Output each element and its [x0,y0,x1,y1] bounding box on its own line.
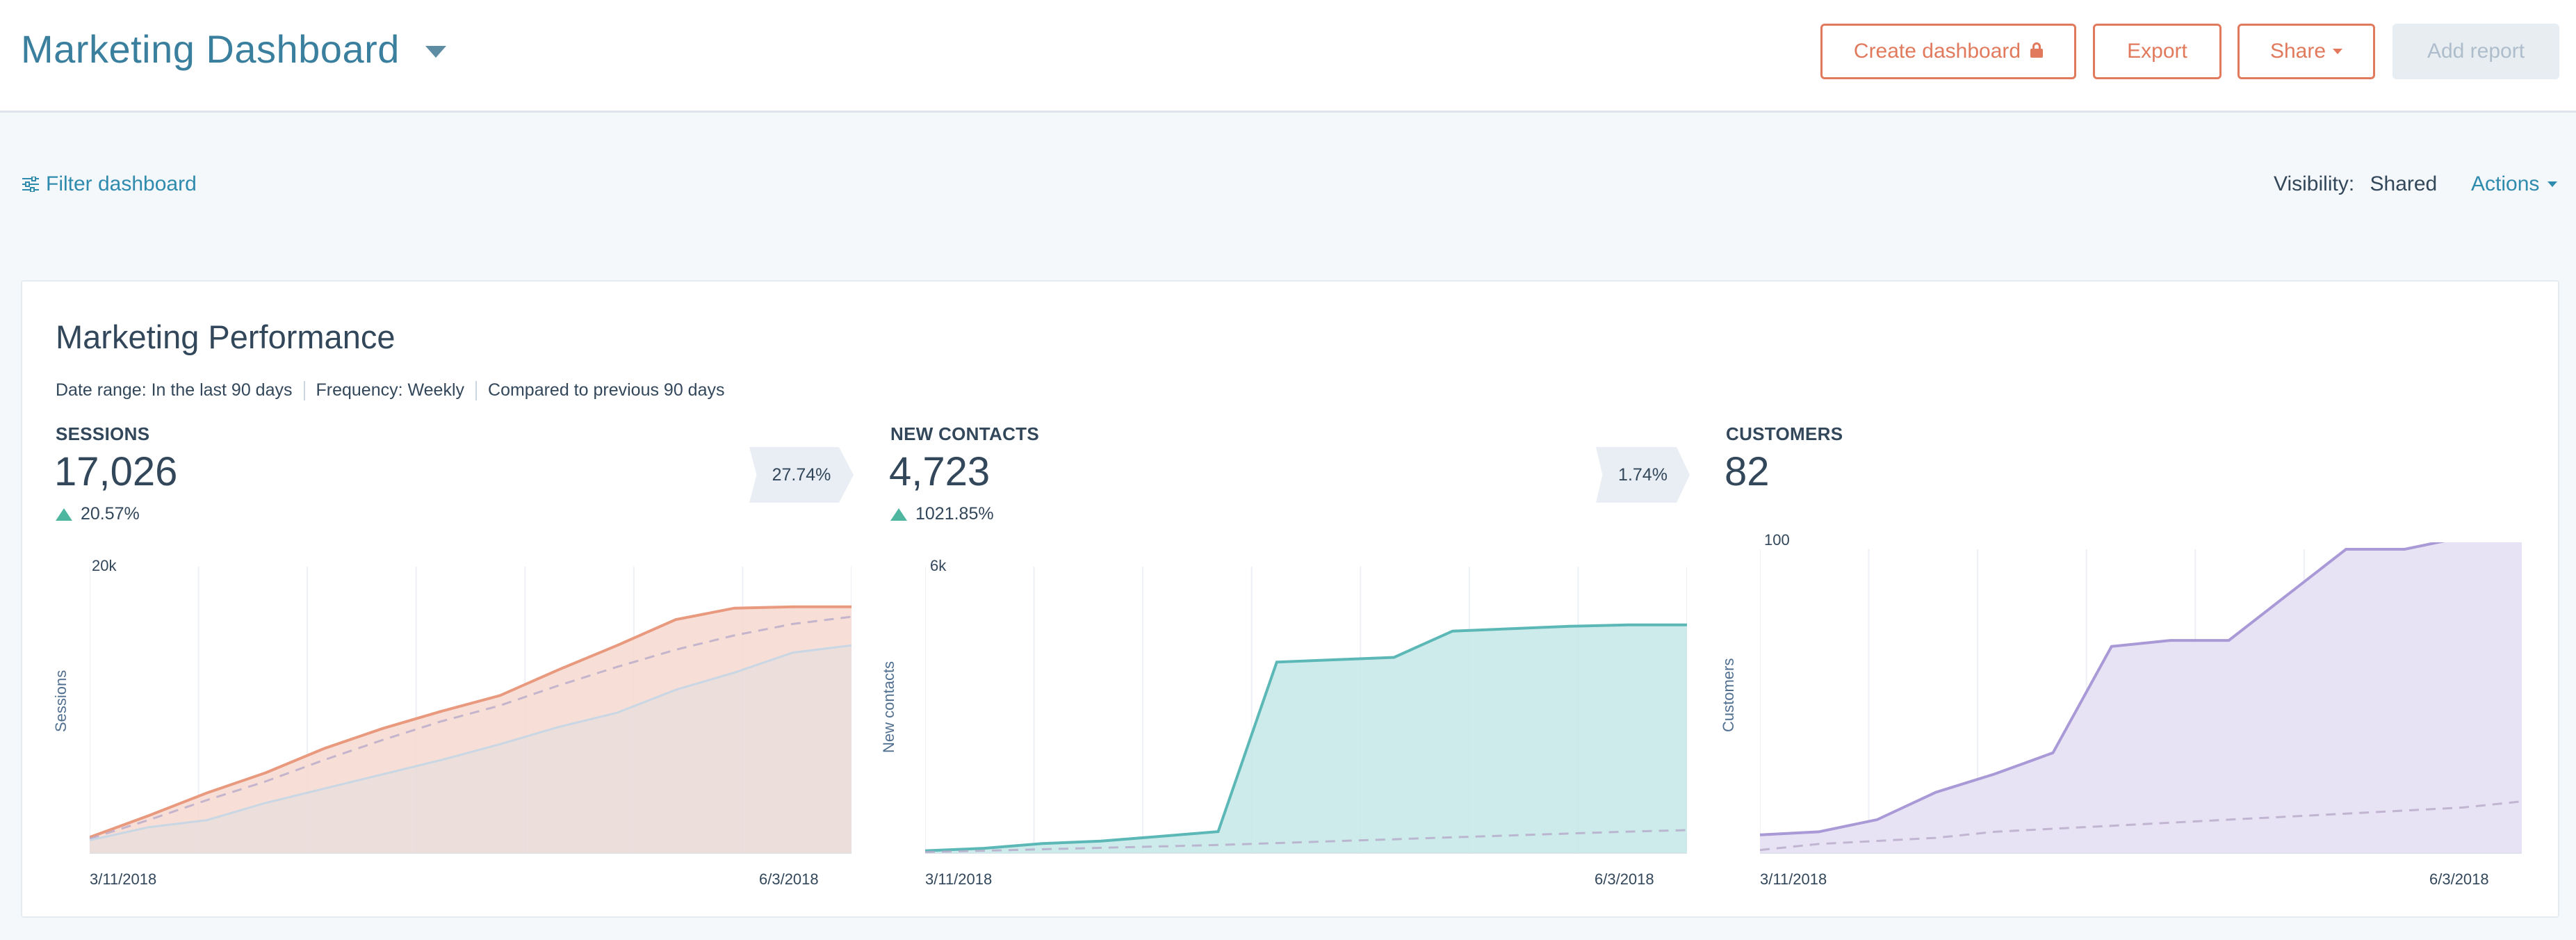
filter-dashboard-label: Filter dashboard [46,172,197,195]
marketing-performance-card: Marketing Performance Date range: In the… [21,280,2559,918]
lock-icon [2030,42,2044,58]
customers-value: 82 [1725,449,1770,494]
card-meta: Date range: In the last 90 days Frequenc… [56,380,724,400]
export-button[interactable]: Export [2093,24,2222,79]
series-area-current [925,624,1687,853]
add-report-button[interactable]: Add report [2392,24,2559,79]
sessions-x-start-label: 3/11/2018 [90,870,157,888]
create-dashboard-label: Create dashboard [1853,40,2021,63]
sessions-x-end-label: 6/3/2018 [759,870,819,888]
sessions-change-value: 20.57% [81,504,140,524]
export-label: Export [2127,40,2187,63]
card-title: Marketing Performance [56,318,396,355]
trend-up-icon [56,508,72,521]
meta-divider [475,380,478,400]
dashboard-dropdown-caret-icon[interactable] [425,46,446,58]
sessions-y-axis-label: Sessions [52,670,70,732]
actions-caret-icon [2548,181,2558,187]
date-range-text: Date range: In the last 90 days [56,380,293,400]
filter-sliders-icon [22,177,39,192]
filter-dashboard-link[interactable]: Filter dashboard [22,172,197,196]
new-contacts-value: 4,723 [889,449,991,494]
frequency-text: Frequency: Weekly [316,380,465,400]
customers-x-end-label: 6/3/2018 [2429,870,2489,888]
actions-dropdown[interactable]: Actions [2471,172,2558,196]
new-contacts-y-axis-label: New contacts [880,661,897,753]
create-dashboard-button[interactable]: Create dashboard [1820,24,2076,79]
customers-label: CUSTOMERS [1726,423,1843,444]
meta-divider [303,380,305,400]
add-report-label: Add report [2427,40,2525,63]
share-button[interactable]: Share [2237,24,2375,79]
visibility-indicator: Visibility: Shared [2274,172,2437,196]
new-contacts-label: NEW CONTACTS [890,423,1039,444]
visibility-label: Visibility: [2274,172,2355,195]
sessions-value: 17,026 [54,449,178,494]
sessions-chart [90,567,851,854]
actions-label: Actions [2471,172,2540,195]
sessions-change: 20.57% [56,504,140,524]
new-contacts-change-value: 1021.85% [915,504,994,524]
series-area-current [1760,542,2522,853]
visibility-value: Shared [2370,172,2438,195]
page-title[interactable]: Marketing Dashboard [21,26,400,72]
trend-up-icon [890,508,907,521]
customers-chart [1760,542,2522,854]
share-label: Share [2269,40,2326,63]
new-contacts-compare-tag: 1.74% [1596,447,1690,503]
dashboard-header: Marketing Dashboard Create dashboard Exp… [0,0,2576,113]
new-contacts-x-end-label: 6/3/2018 [1595,870,1654,888]
sessions-label: SESSIONS [56,423,150,444]
sessions-compare-tag: 27.74% [749,447,854,503]
new-contacts-x-start-label: 3/11/2018 [925,870,993,888]
share-caret-icon [2333,49,2343,54]
customers-x-start-label: 3/11/2018 [1760,870,1827,888]
customers-y-axis-label: Customers [1720,658,1737,732]
new-contacts-change: 1021.85% [890,504,994,524]
new-contacts-chart [925,567,1687,854]
compared-text: Compared to previous 90 days [488,380,725,400]
